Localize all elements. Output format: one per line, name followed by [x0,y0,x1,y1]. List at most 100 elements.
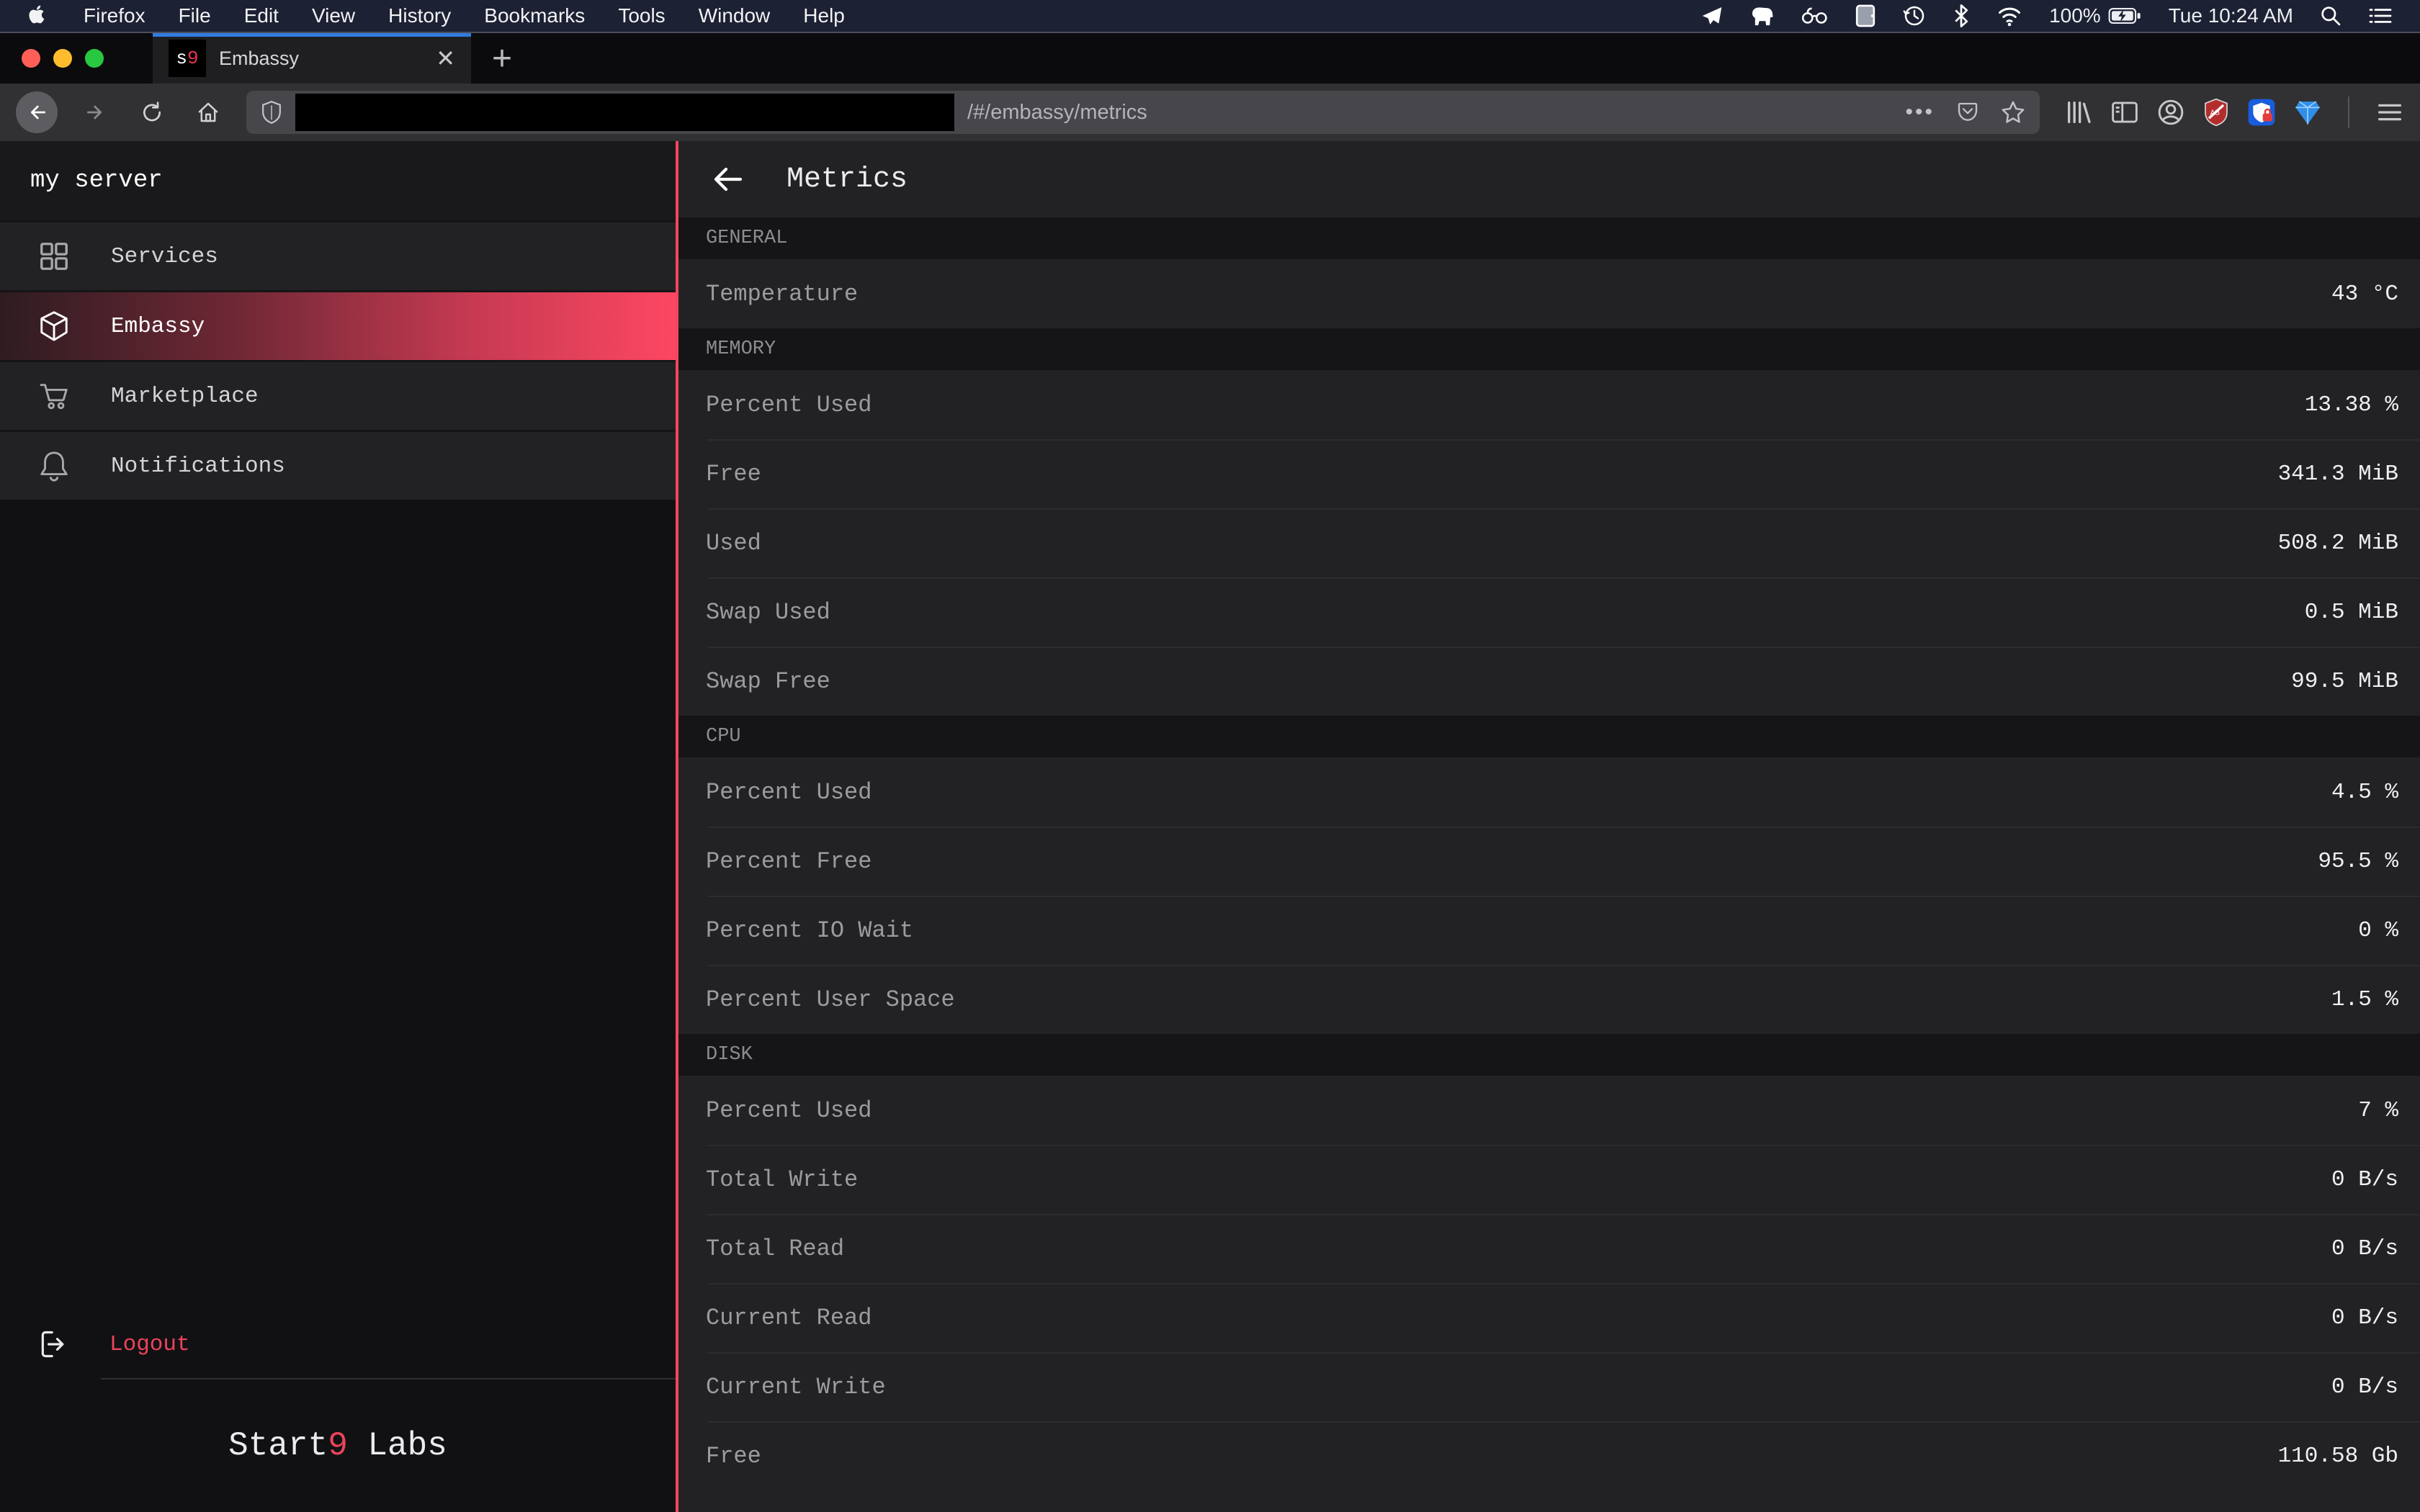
metric-value: 110.58 Gb [2278,1444,2398,1469]
window-controls [0,33,153,84]
cart-icon [37,379,71,413]
sidebar: my server Services Embassy [0,141,678,1512]
metric-value: 7 % [2358,1098,2398,1123]
sidebar-item-label: Marketplace [111,384,259,409]
metric-row: Total Read 0 B/s [678,1214,2420,1283]
metric-row: Free 341.3 MiB [678,439,2420,508]
metric-label: Percent Free [706,848,871,875]
metric-row: Temperature 43 °C [678,259,2420,328]
bitwarden-icon[interactable] [2247,98,2276,127]
wifi-icon[interactable] [1996,5,2023,27]
adblock-icon[interactable]: AB [2202,98,2230,127]
metric-label: Percent Used [706,392,871,418]
section-header: MEMORY [706,338,776,360]
sidebar-item-marketplace[interactable]: Marketplace [0,362,676,430]
menu-list-icon[interactable] [2368,6,2393,26]
time-machine-icon[interactable] [1902,4,1927,28]
sidebar-item-notifications[interactable]: Notifications [0,432,676,500]
page-actions-icon[interactable]: ••• [1905,100,1935,125]
menubar-item-history[interactable]: History [388,4,451,27]
metric-value: 4.5 % [2331,780,2398,805]
hamburger-menu-icon[interactable] [2375,101,2404,124]
urlbar-actions: ••• [1905,100,2025,125]
page-title: Metrics [786,163,908,196]
metric-row: Current Read 0 B/s [678,1283,2420,1352]
metric-row: Percent Used 4.5 % [678,757,2420,827]
menubar-item-firefox[interactable]: Firefox [84,4,145,27]
grid-icon [37,240,71,273]
metric-label: Temperature [706,281,858,307]
logout-icon [37,1328,69,1360]
glasses-icon[interactable] [1801,6,1829,26]
screen: Firefox File Edit View History Bookmarks… [0,0,2420,1512]
paper-plane-icon[interactable] [1700,4,1724,27]
apple-icon[interactable] [27,5,46,27]
metrics-page: Metrics GENERAL Temperature 43 °C [678,141,2420,1512]
sidebar-item-embassy[interactable]: Embassy [0,292,676,360]
forward-button[interactable] [78,94,114,130]
close-window-button[interactable] [22,49,40,68]
new-tab-button[interactable]: + [471,33,533,84]
cube-icon [37,310,71,343]
zoom-window-button[interactable] [85,49,104,68]
url-bar[interactable]: /#/embassy/metrics ••• [246,91,2040,134]
proxy-gem-icon[interactable] [2293,98,2322,127]
metrics-section-cpu: CPU Percent Used 4.5 % Percent Free 95.5… [678,716,2420,1034]
firefox-toolbar: /#/embassy/metrics ••• AB [0,84,2420,141]
start9-brand: Start9 Labs [0,1380,676,1512]
menubar-item-view[interactable]: View [312,4,355,27]
url-path-text: /#/embassy/metrics [967,101,1147,125]
metric-row: Free 110.58 Gb [678,1421,2420,1490]
metrics-section-general: GENERAL Temperature 43 °C [678,217,2420,328]
url-redacted-block [295,94,954,131]
tracking-shield-icon[interactable] [261,100,282,125]
browser-tab-embassy[interactable]: s9 Embassy ✕ [153,33,471,84]
menubar-clock[interactable]: Tue 10:24 AM [2169,4,2293,27]
section-rows: Percent Used 7 % Total Write 0 B/s Total… [678,1076,2420,1490]
metric-label: Current Write [706,1374,886,1400]
menubar-item-tools[interactable]: Tools [618,4,665,27]
metric-row: Used 508.2 MiB [678,508,2420,577]
logout-button[interactable]: Logout [0,1310,676,1378]
menubar-item-window[interactable]: Window [699,4,771,27]
home-button[interactable] [190,94,226,130]
metric-label: Percent User Space [706,986,955,1013]
bluetooth-icon[interactable] [1953,4,1970,28]
section-header: GENERAL [706,228,787,249]
server-title: my server [0,141,676,220]
menubar-item-help[interactable]: Help [803,4,845,27]
metric-value: 0 % [2358,918,2398,943]
metric-row: Total Write 0 B/s [678,1145,2420,1214]
logout-label: Logout [109,1332,190,1357]
account-icon[interactable] [2156,98,2185,127]
metrics-section-disk: DISK Percent Used 7 % Total Write 0 B/s [678,1034,2420,1490]
metric-value: 0 B/s [2331,1167,2398,1192]
spotlight-search-icon[interactable] [2319,4,2342,27]
metric-label: Percent Used [706,779,871,806]
reload-button[interactable] [134,94,170,130]
section-header: DISK [706,1044,753,1066]
display-icon[interactable] [1855,4,1876,28]
metric-row: Swap Free 99.5 MiB [678,647,2420,716]
animal-app-icon[interactable] [1749,4,1775,27]
back-arrow-icon[interactable] [710,162,745,197]
bookmark-star-icon[interactable] [2001,100,2025,125]
pocket-icon[interactable] [1956,101,1979,124]
menubar-item-file[interactable]: File [179,4,211,27]
tab-close-icon[interactable]: ✕ [436,47,455,70]
sidebar-toggle-icon[interactable] [2110,99,2139,125]
menubar-item-edit[interactable]: Edit [244,4,279,27]
sidebar-spacer [0,500,676,1310]
tab-favicon: s9 [169,40,206,77]
library-icon[interactable] [2064,98,2093,127]
sidebar-item-services[interactable]: Services [0,222,676,290]
bell-icon [37,449,71,482]
metric-row: Current Write 0 B/s [678,1352,2420,1421]
battery-indicator[interactable]: 100% [2049,4,2143,27]
metric-value: 1.5 % [2331,987,2398,1012]
menubar-item-bookmarks[interactable]: Bookmarks [484,4,585,27]
metric-value: 0 B/s [2331,1305,2398,1331]
metric-label: Used [706,530,761,557]
back-button[interactable] [16,91,58,133]
minimize-window-button[interactable] [53,49,72,68]
